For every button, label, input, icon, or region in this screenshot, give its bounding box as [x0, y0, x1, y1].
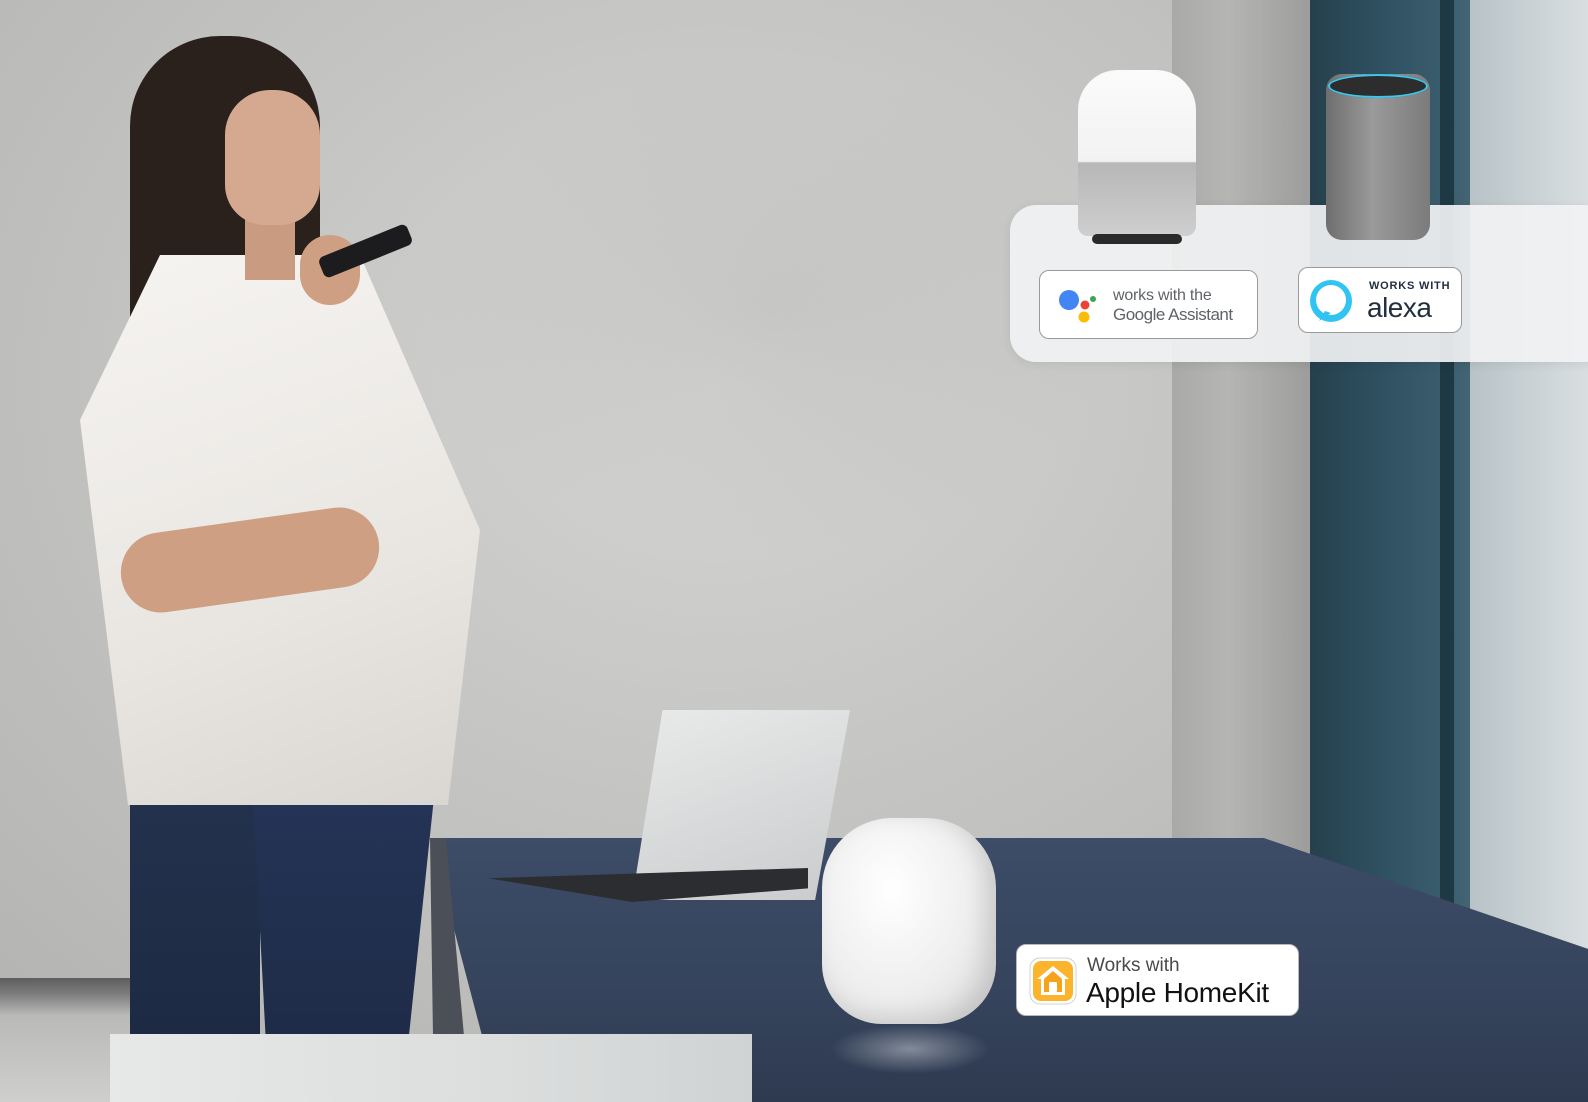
bottom-overlay-panel: [110, 1034, 752, 1102]
amazon-echo-speaker: [1326, 74, 1430, 240]
google-badge-line2: Google Assistant: [1113, 305, 1233, 324]
google-assistant-badge: works with the Google Assistant: [1039, 270, 1258, 339]
woman-face: [225, 90, 320, 225]
apple-home-icon: [1029, 957, 1077, 1005]
homekit-badge-line2: Apple HomeKit: [1086, 977, 1269, 1008]
homepod-reflection: [830, 1024, 990, 1074]
window-mullion: [1440, 0, 1454, 960]
alexa-badge-line2: alexa: [1367, 292, 1432, 323]
google-home-base: [1092, 234, 1182, 244]
homekit-badge-line1: Works with: [1087, 955, 1180, 976]
alexa-ring-icon: [1310, 280, 1352, 322]
apple-homekit-badge: Works with Apple HomeKit: [1016, 944, 1299, 1016]
apple-homepod-speaker: [822, 818, 996, 1024]
google-assistant-dots-icon: [1059, 290, 1096, 323]
amazon-echo-light-ring: [1328, 74, 1428, 98]
alexa-badge: WORKS WITH alexa: [1298, 267, 1462, 333]
window-glass: [1470, 0, 1588, 960]
google-badge-line1: works with the: [1113, 287, 1212, 304]
alexa-badge-line1: WORKS WITH: [1369, 280, 1451, 292]
photo-scene: works with the Google Assistant WORKS WI…: [0, 0, 1588, 1102]
google-home-speaker: [1078, 70, 1196, 236]
